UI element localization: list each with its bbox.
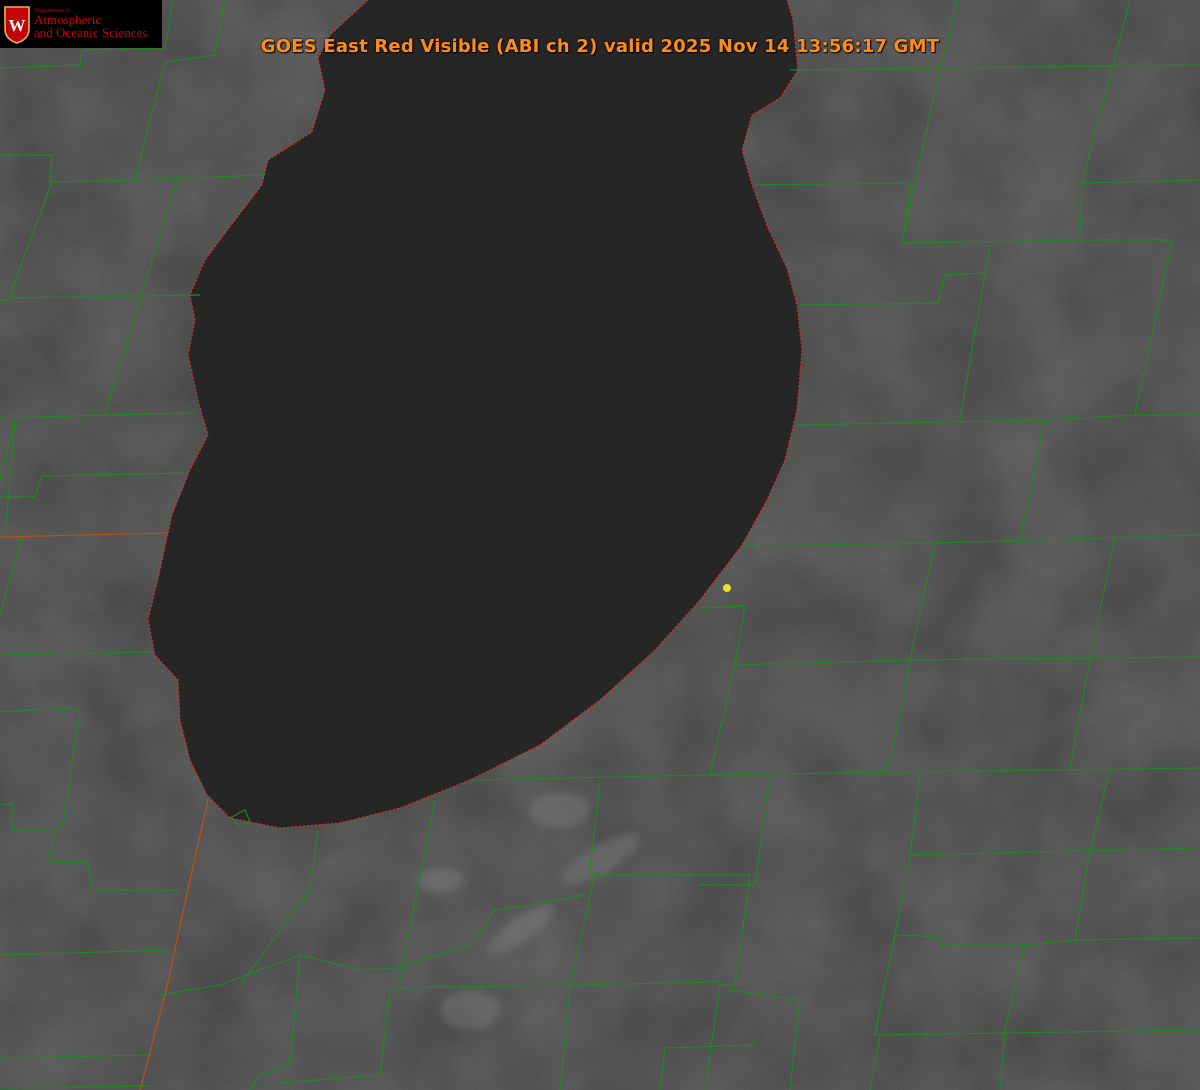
logo-line-2: and Oceanic Sciences [34,25,148,40]
location-dot-icon [723,584,731,592]
logo: W Department of Atmospheric and Oceanic … [0,0,162,48]
svg-text:W: W [9,16,26,35]
image-title: GOES East Red Visible (ABI ch 2) valid 2… [260,36,940,57]
satellite-map [0,0,1200,1090]
crest-icon: W [4,6,30,44]
